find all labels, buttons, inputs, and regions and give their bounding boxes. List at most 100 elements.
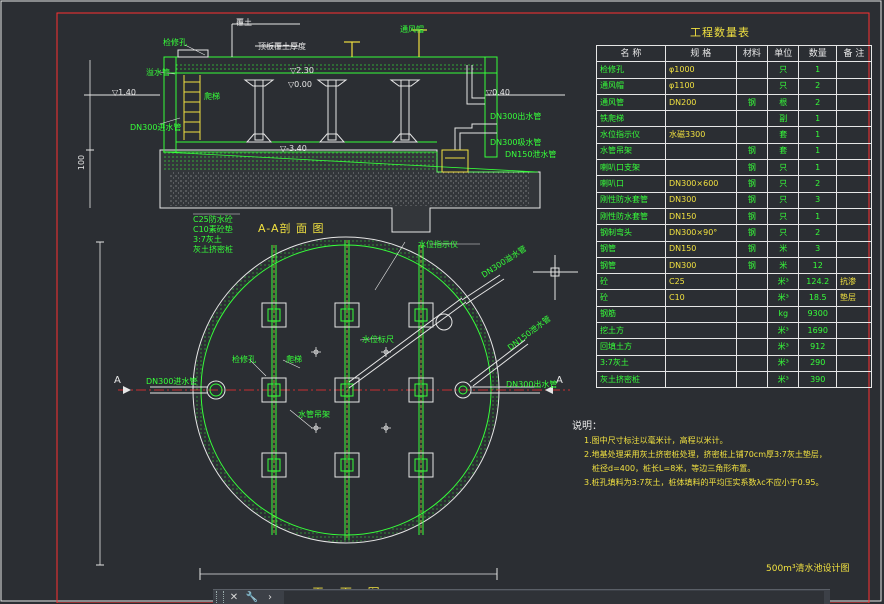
table-cell: 米³	[767, 370, 800, 389]
grip-handle[interactable]	[216, 591, 224, 603]
table-cell: 只	[767, 61, 800, 79]
table-cell: 290	[798, 354, 837, 372]
table-cell: 通风帽	[596, 77, 666, 95]
table-cell: 2	[798, 77, 837, 95]
table-header-cell: 备 注	[835, 44, 873, 63]
notes-heading: 说明：	[572, 421, 602, 432]
section-label-overflow: 溢水管	[146, 68, 170, 77]
table-cell: 挖土方	[596, 322, 666, 340]
table-cell	[835, 142, 873, 161]
table-cell	[835, 322, 873, 340]
table-cell: 水磁3300	[664, 126, 737, 144]
quantity-table: 名 称规 格材料 单位 数量备 注 检修孔 φ1000 只 1 通风帽 φ1100 只 2 通风管 D…	[596, 44, 873, 389]
section-label-manhole: 检修孔	[163, 38, 187, 47]
table-row: 3:7灰土 米³ 290	[596, 354, 873, 372]
table-cell	[735, 322, 769, 340]
table-cell	[664, 142, 737, 161]
table-cell: 砼	[596, 289, 666, 307]
table-cell: 3	[798, 240, 837, 258]
chevron-icon[interactable]: ›	[262, 591, 278, 603]
table-row: 刚性防水套管 DN300 钢只 3	[596, 191, 873, 209]
table-row: 钢管 DN300 钢米 12	[596, 256, 873, 275]
table-header-cell: 数量	[798, 44, 837, 63]
table-cell: 只	[767, 175, 800, 193]
table-cell: 根	[767, 93, 800, 112]
table-header-row: 名 称规 格材料 单位 数量备 注	[596, 44, 873, 63]
table-row: 喇叭口 DN300×600 钢只 2	[596, 175, 873, 193]
table-cell: 3:7灰土	[596, 354, 666, 372]
close-icon[interactable]: ✕	[226, 591, 242, 603]
table-cell	[664, 305, 737, 324]
table-cell	[835, 240, 873, 258]
table-cell: 垫层	[835, 289, 873, 307]
table-cell: 1	[798, 126, 837, 144]
section-view	[84, 23, 565, 245]
drawing-title: 500m³清水池设计图	[766, 564, 850, 574]
table-row: 检修孔 φ1000 只 1	[596, 61, 873, 79]
table-cell: 钢	[735, 159, 769, 177]
table-cell: 1	[798, 110, 837, 128]
table-cell: 米³	[767, 322, 800, 340]
table-row: 通风帽 φ1100 只 2	[596, 77, 873, 95]
command-bar: ✕ 🔧 ›	[213, 589, 830, 604]
table-row: 钢管 DN150 钢米 3	[596, 240, 873, 258]
notes-item: 2.地基处理采用灰土挤密桩处理，挤密桩上铺70cm厚3:7灰土垫层，	[584, 450, 827, 459]
table-cell: DN150	[664, 207, 737, 226]
table-cell	[735, 273, 769, 291]
table-cell: 副	[767, 110, 800, 128]
table-cell	[664, 110, 737, 128]
table-cell	[664, 322, 737, 340]
table-cell	[835, 256, 873, 275]
section-label-outlet-pipe: DN300出水管	[490, 112, 542, 121]
table-cell	[835, 370, 873, 389]
table-cell: 钢	[735, 224, 769, 242]
table-cell: 2	[798, 175, 837, 193]
table-cell: 米³	[767, 273, 800, 291]
table-cell	[835, 110, 873, 128]
table-cell: 2	[798, 93, 837, 112]
table-cell: 米	[767, 256, 800, 275]
table-row: 砼 C10 米³ 18.5 垫层	[596, 289, 873, 307]
table-cell	[735, 77, 769, 95]
table-cell	[735, 110, 769, 128]
table-cell	[835, 305, 873, 324]
table-cell	[735, 61, 769, 79]
section-label-cushion-1: C25防水砼	[193, 215, 233, 224]
table-row: 刚性防水套管 DN150 钢只 1	[596, 207, 873, 226]
table-cell: 回填土方	[596, 338, 666, 356]
section-level-d: ▽0.40	[486, 88, 510, 97]
table-row: 水位指示仪 水磁3300 套 1	[596, 126, 873, 144]
wrench-icon[interactable]: 🔧	[244, 591, 260, 603]
table-cell: 钢	[735, 175, 769, 193]
table-cell: 铁爬梯	[596, 110, 666, 128]
table-cell	[735, 289, 769, 307]
command-input[interactable]	[284, 590, 824, 604]
table-cell: 砼	[596, 273, 666, 291]
table-cell: 只	[767, 224, 800, 242]
table-cell: DN200	[664, 93, 737, 112]
table-cell: φ1000	[664, 61, 737, 79]
plan-label-ladder: 爬梯	[286, 355, 302, 364]
table-cell: 钢	[735, 93, 769, 112]
table-cell	[835, 207, 873, 226]
table-cell: 米³	[767, 289, 800, 307]
table-cell: 1	[798, 207, 837, 226]
table-cell	[835, 191, 873, 209]
table-cell: 1	[798, 142, 837, 161]
table-row: 钢筋 kg 9300	[596, 305, 873, 324]
table-cell: 18.5	[798, 289, 837, 307]
plan-label-inlet: DN300进水管	[146, 377, 198, 386]
table-header-cell: 名 称	[596, 44, 666, 63]
section-label-cushion-4: 灰土挤密桩	[193, 245, 233, 254]
table-cell: 钢	[735, 207, 769, 226]
table-cell: DN300×600	[664, 175, 737, 193]
table-cell: 钢	[735, 142, 769, 161]
table-cell: 水管吊架	[596, 142, 666, 161]
plan-label-hanger: 水管吊架	[298, 410, 330, 419]
table-cell	[835, 159, 873, 177]
table-cell: DN300	[664, 191, 737, 209]
table-cell: 刚性防水套管	[596, 191, 666, 209]
table-row: 灰土挤密桩 米³ 390	[596, 370, 873, 389]
table-cell: 套	[767, 126, 800, 144]
table-row: 回填土方 米³ 912	[596, 338, 873, 356]
